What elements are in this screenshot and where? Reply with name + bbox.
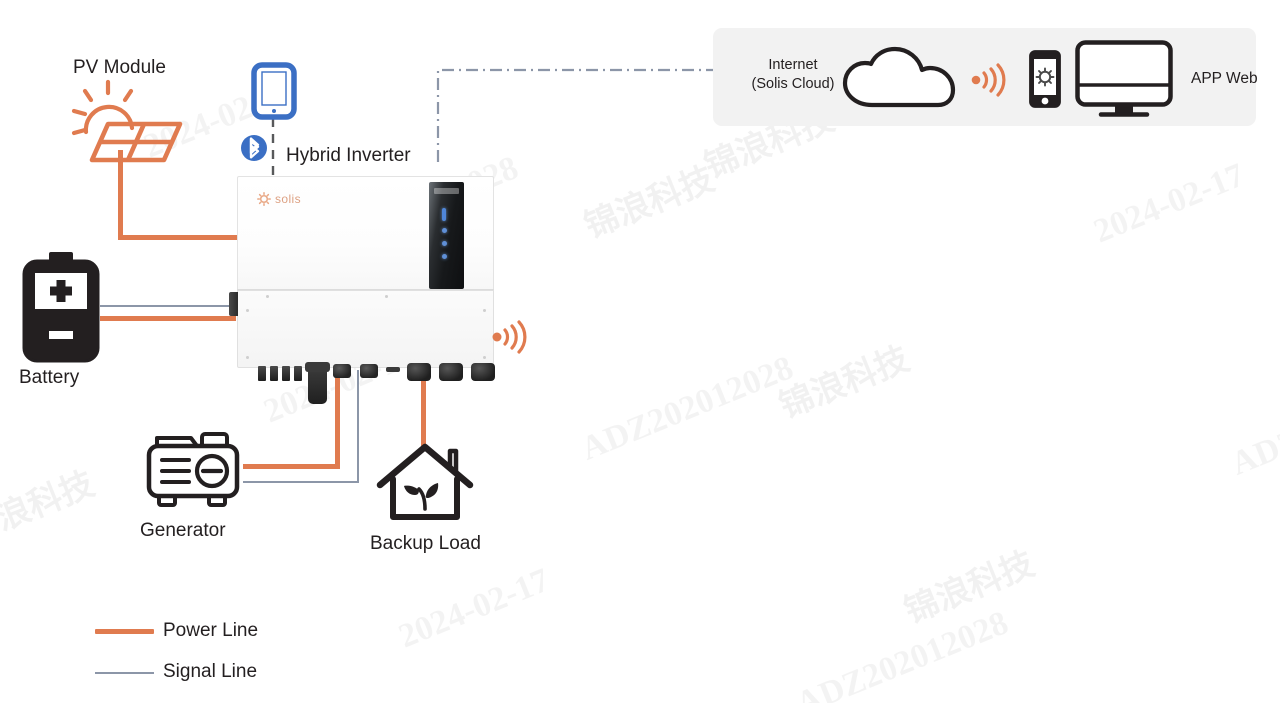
desktop-monitor-icon bbox=[1075, 40, 1173, 118]
generator-label: Generator bbox=[140, 520, 226, 541]
house-plant-icon bbox=[376, 443, 474, 523]
hybrid-inverter-icon: solis bbox=[229, 176, 495, 404]
inverter-battery-port bbox=[229, 292, 238, 316]
inverter-ac-gland bbox=[471, 363, 495, 381]
internet-cloud-panel: Internet (Solis Cloud) APP Web bbox=[713, 28, 1258, 126]
bluetooth-link-line bbox=[271, 118, 275, 178]
inverter-brand-text: solis bbox=[275, 192, 302, 206]
watermark-code: ADZ202012028 bbox=[791, 604, 1014, 703]
power-line-pv-vertical bbox=[118, 150, 123, 240]
power-line-generator-vertical bbox=[335, 370, 340, 469]
inverter-gland bbox=[333, 364, 351, 378]
signal-line-generator-horizontal bbox=[243, 481, 359, 483]
watermark-date: 2024-02-17 bbox=[1089, 157, 1250, 252]
inverter-lower-housing bbox=[237, 290, 494, 368]
solis-logo bbox=[257, 192, 271, 206]
inverter-ac-gland bbox=[439, 363, 463, 381]
watermark-date: 2024-02-17 bbox=[394, 562, 555, 657]
wifi-signal-icon bbox=[971, 63, 1007, 97]
hybrid-inverter-label: Hybrid Inverter bbox=[286, 145, 411, 166]
watermark-code: ADZ202012028 bbox=[1226, 364, 1280, 483]
inverter-led-bar bbox=[442, 208, 446, 221]
power-line-pv-horizontal bbox=[118, 235, 242, 240]
pv-module-label: PV Module bbox=[73, 57, 166, 78]
internet-label: Internet (Solis Cloud) bbox=[733, 56, 853, 94]
app-web-label: APP Web bbox=[1191, 70, 1258, 87]
inverter-screw bbox=[246, 356, 249, 359]
power-line-backup-load bbox=[421, 370, 426, 448]
inverter-screw bbox=[483, 356, 486, 359]
internet-label-line2: (Solis Cloud) bbox=[751, 76, 835, 92]
watermark-company: 锦浪科技 bbox=[898, 543, 1040, 632]
watermark-company: 锦浪科技 bbox=[0, 463, 100, 552]
inverter-screw bbox=[385, 295, 388, 298]
inverter-led bbox=[442, 228, 447, 233]
inverter-pv-terminal bbox=[282, 366, 290, 381]
inverter-pv-terminal bbox=[294, 366, 302, 381]
solar-panel-sun-icon bbox=[62, 79, 188, 163]
inverter-pv-terminal bbox=[270, 366, 278, 381]
inverter-ac-gland bbox=[407, 363, 431, 381]
inverter-display-panel bbox=[429, 182, 464, 289]
legend-label-power: Power Line bbox=[163, 620, 259, 641]
power-line-battery bbox=[100, 316, 236, 321]
legend-swatch-signal bbox=[95, 672, 154, 674]
tablet-icon bbox=[251, 62, 297, 120]
battery-label: Battery bbox=[19, 367, 80, 388]
signal-line-battery bbox=[100, 305, 240, 307]
watermark-company: 锦浪科技 bbox=[773, 338, 915, 427]
bluetooth-icon bbox=[240, 134, 268, 162]
signal-line-cloud bbox=[436, 68, 726, 162]
cloud-icon bbox=[839, 46, 969, 110]
inverter-screw bbox=[483, 309, 486, 312]
signal-line-generator-vertical bbox=[357, 370, 359, 482]
inverter-gland bbox=[360, 364, 378, 378]
power-line-generator-horizontal bbox=[243, 464, 340, 469]
diagram-canvas: 2024-02-17 ADZ202012028 2024-02-17 锦浪科技 … bbox=[0, 0, 1280, 703]
generator-icon bbox=[145, 428, 243, 512]
inverter-pv-terminal bbox=[258, 366, 266, 381]
backup-load-label: Backup Load bbox=[370, 533, 481, 554]
smartphone-icon bbox=[1029, 50, 1061, 108]
inverter-blank-plug bbox=[386, 367, 400, 372]
inverter-led bbox=[442, 254, 447, 259]
inverter-screw bbox=[246, 309, 249, 312]
internet-label-line1: Internet bbox=[768, 57, 818, 73]
inverter-screw bbox=[266, 295, 269, 298]
inverter-display-logo bbox=[434, 188, 459, 194]
wifi-signal-icon bbox=[492, 320, 528, 354]
watermark-code: ADZ202012028 bbox=[576, 349, 799, 468]
legend-label-signal: Signal Line bbox=[163, 661, 258, 682]
inverter-cable-gland-cap bbox=[305, 362, 330, 372]
battery-icon bbox=[20, 252, 102, 364]
legend-swatch-power bbox=[95, 629, 154, 634]
inverter-led bbox=[442, 241, 447, 246]
